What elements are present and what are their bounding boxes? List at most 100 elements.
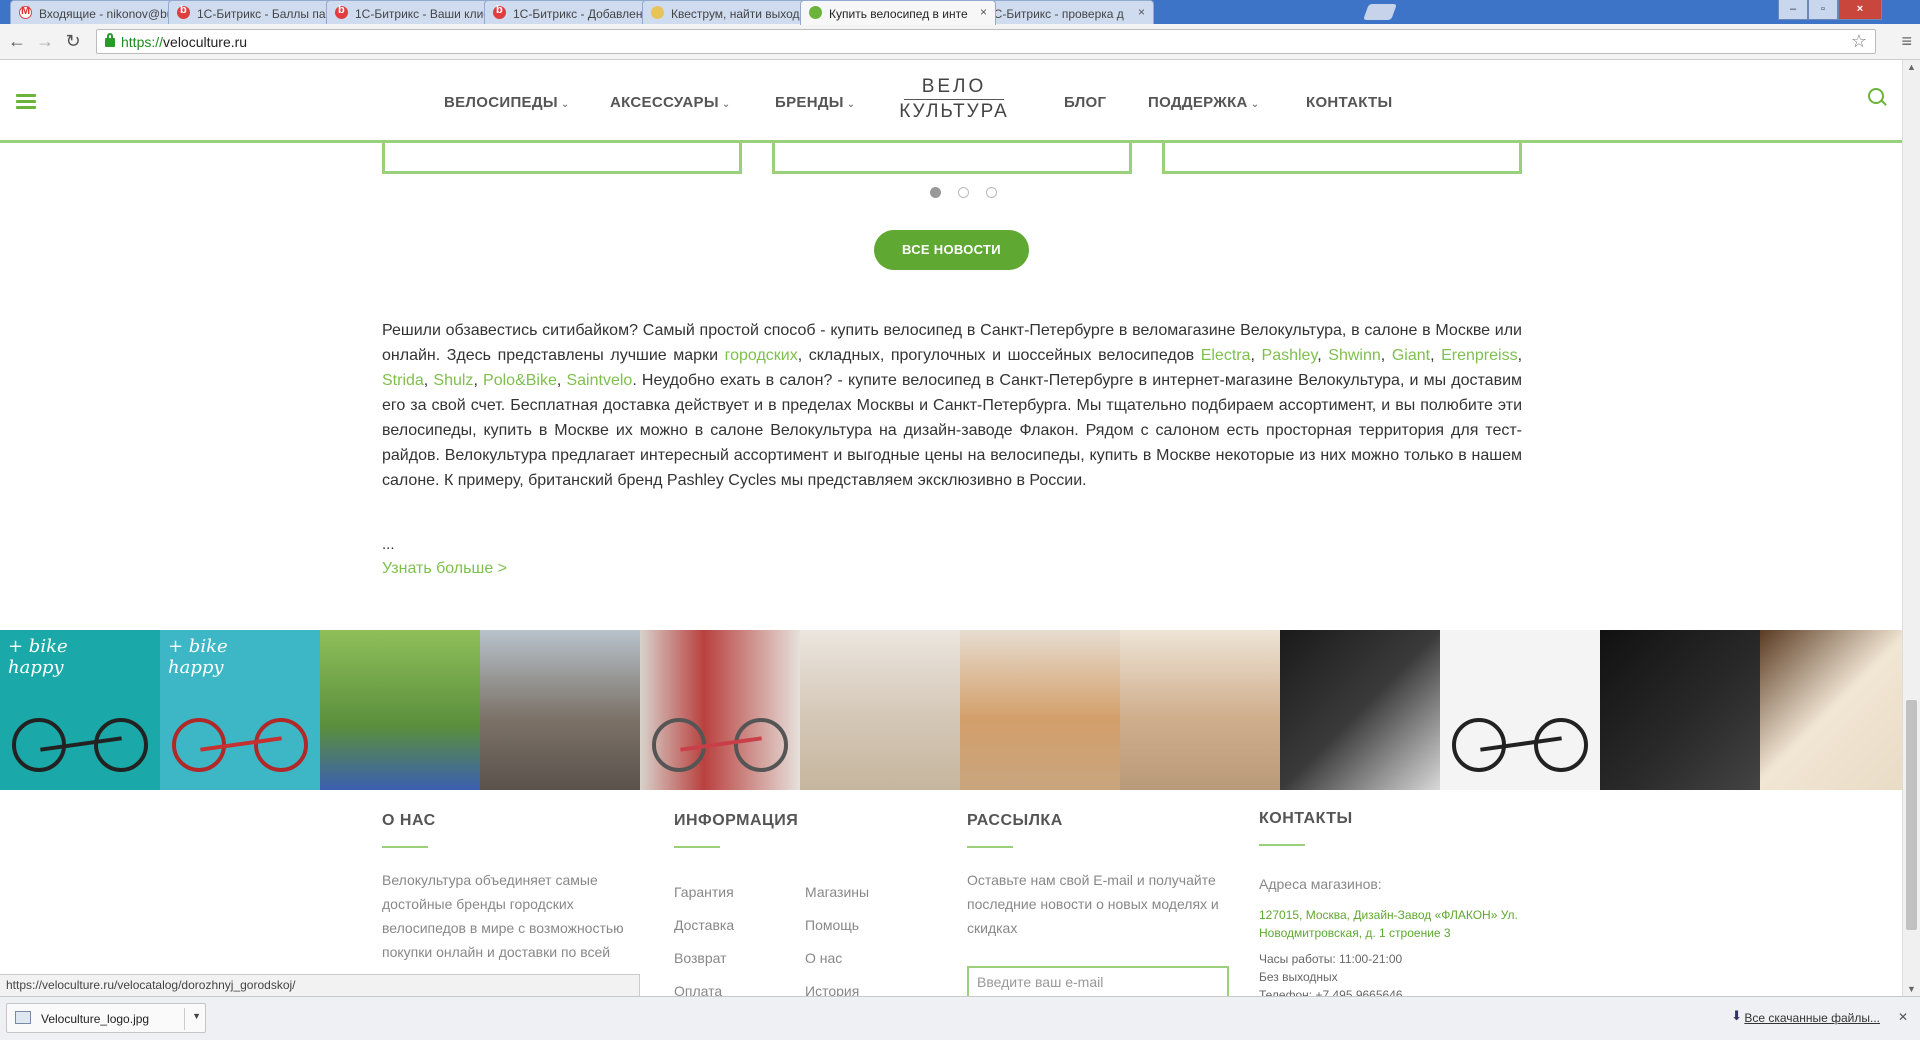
tab-strip: Входящие - nikonov@bu × 1С-Битрикс - Бал… — [0, 0, 1920, 25]
footer-heading: О НАС — [382, 812, 436, 829]
tab-title: 1С-Битрикс - Добавлени — [513, 7, 650, 21]
seo-ellipsis: ... — [382, 536, 395, 553]
page-scrollbar[interactable]: ▲ ▼ — [1902, 60, 1920, 996]
carousel-dot[interactable] — [930, 187, 941, 198]
text-line: покупки онлайн и доставки по всей — [382, 944, 611, 960]
browser-menu-icon[interactable]: ≡ — [1901, 31, 1912, 52]
footer-link-delivery[interactable]: Доставка — [674, 909, 734, 942]
scroll-up-icon[interactable]: ▲ — [1907, 62, 1916, 72]
scroll-thumb[interactable] — [1906, 700, 1917, 930]
chevron-down-icon[interactable]: ▼ — [192, 1011, 201, 1021]
maximize-button[interactable]: ▫ — [1808, 0, 1838, 20]
all-downloads-link[interactable]: Все скачанные файлы... — [1744, 1011, 1880, 1025]
footer-link-history[interactable]: История — [805, 975, 869, 996]
search-icon[interactable] — [1868, 88, 1884, 104]
download-item[interactable]: Veloculture_logo.jpg ▼ — [6, 1003, 206, 1033]
address-bar[interactable]: https://veloculture.ru ☆ — [96, 29, 1876, 54]
footer-link-payment[interactable]: Оплата — [674, 975, 734, 996]
velo-icon — [809, 6, 822, 19]
gallery-caption: + bike happy — [8, 636, 68, 678]
url-host: veloculture.ru — [163, 34, 248, 50]
gallery-photo[interactable]: + bike happy — [0, 630, 160, 790]
hamburger-menu-icon[interactable] — [16, 94, 36, 110]
gallery-caption-line: happy — [8, 657, 64, 678]
gallery-photo[interactable] — [960, 630, 1120, 790]
brand-link-saintvelo[interactable]: Saintvelo — [566, 372, 632, 389]
footer-about: О НАС Велокультура объединяет самые дост… — [382, 812, 624, 964]
gallery-caption-line: + bike — [168, 636, 228, 657]
heading-underline — [382, 846, 428, 848]
nav-blog[interactable]: БЛОГ — [1064, 94, 1106, 111]
minimize-button[interactable]: – — [1778, 0, 1808, 20]
brand-link-shulz[interactable]: Shulz — [433, 372, 473, 389]
carousel-dot[interactable] — [958, 187, 969, 198]
nav-support[interactable]: ПОДДЕРЖКА ⌄ — [1148, 94, 1259, 111]
footer-link-return[interactable]: Возврат — [674, 942, 734, 975]
download-file-name: Veloculture_logo.jpg — [41, 1012, 150, 1026]
brand-link-pashley[interactable]: Pashley — [1262, 347, 1318, 364]
gallery-photo[interactable] — [1600, 630, 1760, 790]
email-input[interactable]: Введите ваш e-mail — [967, 966, 1229, 996]
phone[interactable]: Телефон: +7 495 9665646 — [1259, 988, 1403, 996]
nav-brands[interactable]: БРЕНДЫ ⌄ — [775, 94, 855, 111]
brand-link-city[interactable]: городских — [725, 347, 798, 364]
nav-contacts[interactable]: КОНТАКТЫ — [1306, 94, 1392, 111]
text-line: последние новости о новых моделях и — [967, 896, 1219, 912]
all-news-button[interactable]: ВСЕ НОВОСТИ — [874, 230, 1029, 270]
downloads-bar: Veloculture_logo.jpg ▼ ⬇ Все скачанные ф… — [0, 996, 1920, 1040]
gallery-photo[interactable] — [1440, 630, 1600, 790]
brand-link-erenpreiss[interactable]: Erenpreiss — [1441, 347, 1517, 364]
new-tab-button[interactable] — [1363, 4, 1397, 20]
bike-illustration — [650, 692, 790, 772]
chevron-down-icon: ⌄ — [846, 99, 856, 110]
window-close-button[interactable]: × — [1838, 0, 1882, 20]
newsletter-text: Оставьте нам свой E-mail и получайте пос… — [967, 868, 1219, 940]
brand-link-strida[interactable]: Strida — [382, 372, 424, 389]
footer-contacts: КОНТАКТЫ — [1259, 810, 1353, 846]
brand-link-giant[interactable]: Giant — [1392, 347, 1430, 364]
gallery-photo[interactable]: + bike happy — [160, 630, 320, 790]
close-icon[interactable]: × — [1138, 5, 1145, 19]
site-logo[interactable]: ВЕЛО КУЛЬТУРА — [896, 76, 1012, 123]
reload-icon[interactable]: ↻ — [62, 31, 84, 52]
brand-link-shwinn[interactable]: Shwinn — [1328, 347, 1380, 364]
gallery-photo[interactable] — [1280, 630, 1440, 790]
back-arrow-icon[interactable]: ← — [6, 31, 28, 52]
footer-heading: ИНФОРМАЦИЯ — [674, 812, 799, 829]
bookmark-star-icon[interactable]: ☆ — [1851, 31, 1867, 52]
gallery-photo[interactable] — [640, 630, 800, 790]
close-icon[interactable]: ✕ — [1898, 1010, 1908, 1024]
brand-link-polo-bike[interactable]: Polo&Bike — [483, 372, 557, 389]
status-url: https://veloculture.ru/velocatalog/doroz… — [0, 974, 640, 996]
brand-link-electra[interactable]: Electra — [1201, 347, 1251, 364]
tab-veloculture[interactable]: Купить велосипед в инте × — [800, 0, 996, 25]
bitrix-icon — [493, 4, 506, 19]
footer-link-help[interactable]: Помощь — [805, 909, 869, 942]
nav-accessories[interactable]: АКСЕССУАРЫ ⌄ — [610, 94, 731, 111]
forward-arrow-icon[interactable]: → — [34, 31, 56, 52]
close-icon[interactable]: × — [980, 5, 987, 19]
logo-bottom: КУЛЬТУРА — [899, 101, 1009, 122]
gallery-photo[interactable] — [320, 630, 480, 790]
gallery-photo[interactable] — [480, 630, 640, 790]
read-more-link[interactable]: Узнать больше > — [382, 560, 507, 578]
gallery-photo[interactable] — [1120, 630, 1280, 790]
carousel-dot[interactable] — [986, 187, 997, 198]
gallery-photo[interactable] — [1760, 630, 1902, 790]
scroll-down-icon[interactable]: ▼ — [1907, 984, 1916, 994]
shops-label: Адреса магазинов: — [1259, 876, 1382, 892]
footer-links-col2: Магазины Помощь О нас История — [805, 876, 869, 996]
logo-divider — [904, 99, 1004, 100]
text-line: достойные бренды городских — [382, 896, 574, 912]
gallery-photo[interactable] — [800, 630, 960, 790]
footer-link-about[interactable]: О нас — [805, 942, 869, 975]
chevron-down-icon: ⌄ — [560, 99, 570, 110]
shop-address-line2[interactable]: Новодмитровская, д. 1 строение 3 — [1259, 926, 1451, 940]
shop-address-line1[interactable]: 127015, Москва, Дизайн-Завод «ФЛАКОН» Ул… — [1259, 908, 1518, 922]
footer-info: ИНФОРМАЦИЯ — [674, 812, 798, 848]
seo-text-part: , складных, прогулочных и шоссейных вело… — [797, 347, 1201, 364]
footer-link-warranty[interactable]: Гарантия — [674, 876, 734, 909]
nav-bicycles[interactable]: ВЕЛОСИПЕДЫ ⌄ — [444, 94, 570, 111]
footer-link-shops[interactable]: Магазины — [805, 876, 869, 909]
bike-illustration — [1450, 692, 1590, 772]
